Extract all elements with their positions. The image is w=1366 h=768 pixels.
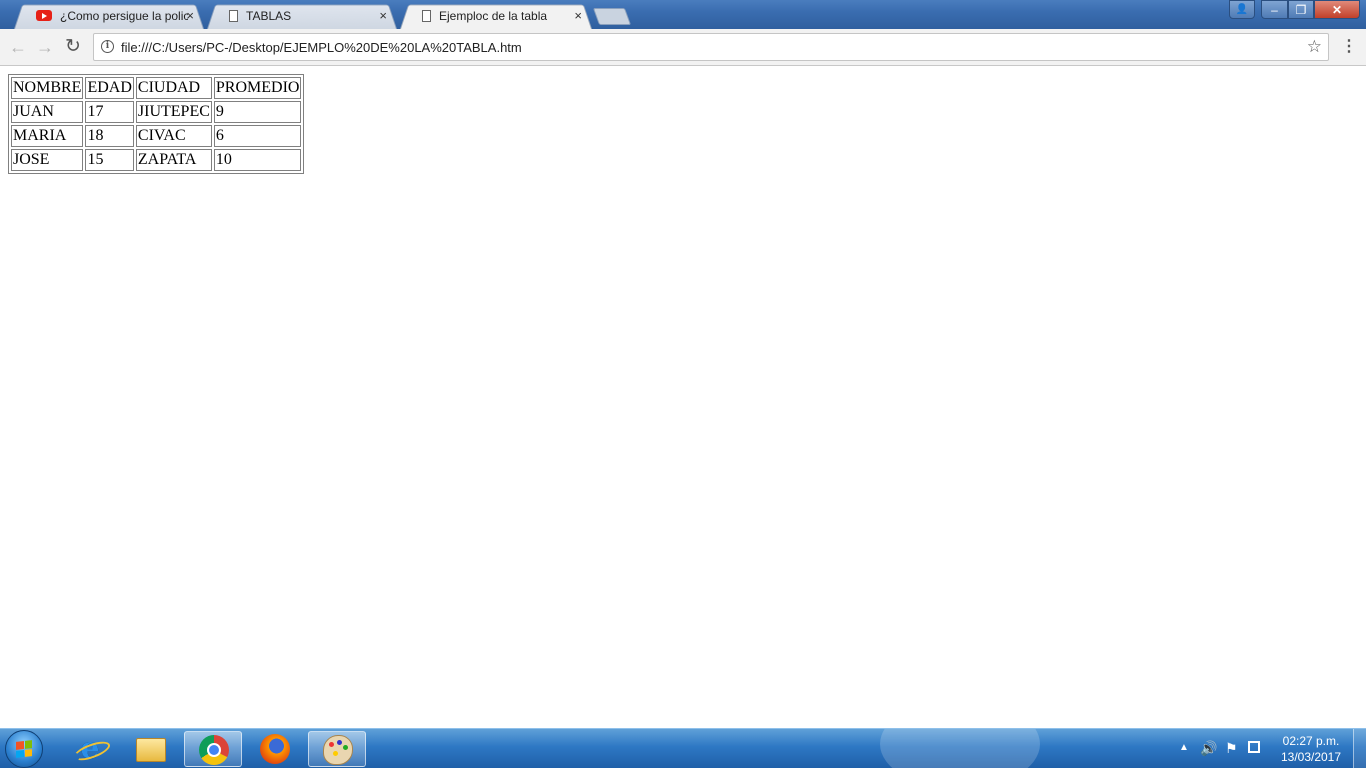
browser-toolbar: ← → ↻ i file:///C:/Users/PC-/Desktop/EJE…	[0, 29, 1366, 66]
taskbar-chrome[interactable]	[184, 731, 242, 767]
window-controls: 👤 – ❐ ✕	[1229, 0, 1360, 19]
table-cell: 10	[213, 149, 302, 171]
info-icon[interactable]: i	[101, 40, 114, 53]
clock[interactable]: 02:27 p.m. 13/03/2017	[1271, 733, 1351, 765]
table-header-cell: NOMBRE	[11, 77, 84, 99]
table-header-cell: EDAD	[85, 77, 134, 99]
new-tab-button[interactable]	[592, 8, 632, 25]
user-profile-button[interactable]: 👤	[1229, 0, 1255, 19]
maximize-button[interactable]: ❐	[1288, 0, 1314, 19]
table-cell: 18	[85, 125, 134, 147]
forward-button[interactable]: →	[35, 37, 55, 57]
table-cell: JOSE	[11, 149, 84, 171]
minimize-button[interactable]: –	[1261, 0, 1288, 19]
taskbar-internet-explorer[interactable]: e	[61, 731, 119, 767]
table-cell: JIUTEPEC	[135, 101, 212, 123]
clock-time: 02:27 p.m.	[1282, 734, 1340, 748]
close-window-button[interactable]: ✕	[1314, 0, 1360, 19]
reload-button[interactable]: ↻	[63, 37, 83, 57]
tab-ejemploc[interactable]: Ejemploc de la tabla ×	[400, 2, 592, 30]
document-icon	[229, 9, 238, 22]
table-cell: 15	[85, 149, 134, 171]
firefox-icon	[260, 734, 290, 764]
action-center-flag-icon[interactable]: ⚑	[1225, 740, 1238, 757]
address-bar[interactable]: i file:///C:/Users/PC-/Desktop/EJEMPLO%2…	[93, 33, 1329, 61]
document-icon	[422, 9, 431, 22]
back-button[interactable]: ←	[8, 37, 28, 57]
table-cell: JUAN	[11, 101, 84, 123]
menu-kebab-icon[interactable]: ⋮	[1341, 37, 1357, 57]
show-desktop-button[interactable]	[1353, 729, 1366, 768]
network-icon[interactable]	[1248, 741, 1260, 753]
bookmark-star-icon[interactable]: ☆	[1307, 37, 1322, 57]
close-tab-icon[interactable]: ×	[379, 8, 387, 23]
table-cell: 17	[85, 101, 134, 123]
close-tab-icon[interactable]: ×	[574, 8, 582, 23]
table-cell: MARIA	[11, 125, 84, 147]
youtube-icon	[36, 10, 52, 21]
table-header-cell: CIUDAD	[135, 77, 212, 99]
tab-label: TABLAS	[246, 8, 292, 23]
table-cell: 9	[213, 101, 302, 123]
taskbar-firefox[interactable]	[246, 731, 304, 767]
start-button[interactable]	[5, 730, 43, 768]
table-cell: ZAPATA	[135, 149, 212, 171]
windows-logo-icon	[16, 740, 32, 758]
data-table: NOMBRE EDAD CIUDAD PROMEDIO JUAN 17 JIUTEPEC 9 M…	[8, 74, 305, 174]
volume-icon[interactable]: 🔊	[1200, 740, 1217, 757]
table-row: JOSE 15 ZAPATA 10	[11, 149, 302, 171]
internet-explorer-icon: e	[75, 734, 105, 764]
tab-tablas[interactable]: TABLAS ×	[207, 2, 397, 30]
table-header-row: NOMBRE EDAD CIUDAD PROMEDIO	[11, 77, 302, 99]
browser-titlebar: ¿Como persigue la polici × TABLAS × Ejem…	[0, 0, 1366, 30]
table-header-cell: PROMEDIO	[213, 77, 302, 99]
show-hidden-icons-icon[interactable]: ▲	[1179, 742, 1189, 753]
tab-label: Ejemploc de la tabla	[439, 8, 548, 23]
paint-icon	[323, 735, 353, 765]
tab-label: ¿Como persigue la polici	[60, 8, 188, 23]
table-row: JUAN 17 JIUTEPEC 9	[11, 101, 302, 123]
windows-taskbar: e ▲ 🔊 ⚑ 02:27 p.m. 13/03/2017	[0, 728, 1366, 768]
clock-date: 13/03/2017	[1280, 750, 1342, 764]
url-text[interactable]: file:///C:/Users/PC-/Desktop/EJEMPLO%20D…	[121, 40, 522, 55]
table-row: MARIA 18 CIVAC 6	[11, 125, 302, 147]
chrome-icon	[199, 735, 229, 765]
file-explorer-icon	[136, 738, 166, 762]
tab-youtube[interactable]: ¿Como persigue la polici ×	[14, 2, 204, 30]
taskbar-paint[interactable]	[308, 731, 366, 767]
table-cell: CIVAC	[135, 125, 212, 147]
page-content: NOMBRE EDAD CIUDAD PROMEDIO JUAN 17 JIUTEPEC 9 M…	[0, 66, 1366, 728]
table-cell: 6	[213, 125, 302, 147]
close-tab-icon[interactable]: ×	[186, 8, 194, 23]
taskbar-file-explorer[interactable]	[122, 731, 180, 767]
